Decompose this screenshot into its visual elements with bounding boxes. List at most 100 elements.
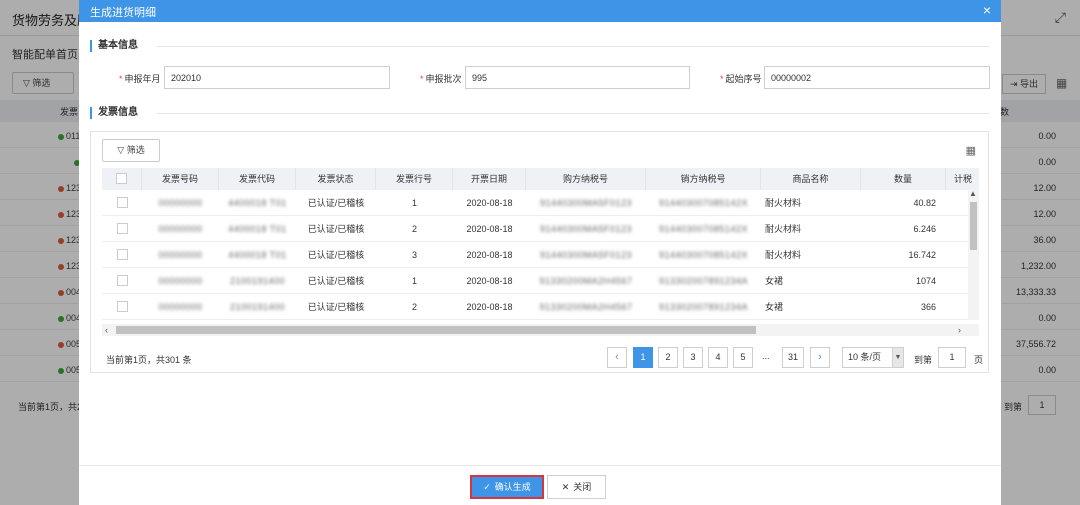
- cell-qty-value: 40.82: [913, 198, 936, 208]
- cell-number-value: 00000000: [158, 250, 203, 260]
- filter-button[interactable]: ▽ 筛选: [102, 139, 160, 162]
- column-header[interactable]: 数量: [861, 168, 946, 190]
- row-checkbox[interactable]: [116, 275, 128, 287]
- invoice-panel: ▽ 筛选 ▦ 发票号码 发票代码 发票状态 发票行号 开票日期 购方纳税号 销方纳税号 商品名…: [90, 131, 989, 373]
- page-button-last[interactable]: 31: [782, 347, 804, 368]
- chevron-down-icon: ▼: [892, 348, 903, 367]
- cell-seller-value: 913302007891234A: [658, 276, 749, 286]
- chevron-right-icon: ›: [818, 351, 822, 363]
- column-header[interactable]: 销方纳税号: [646, 168, 761, 190]
- cell-code-value: 2100191400: [229, 276, 286, 286]
- close-button[interactable]: ✕ 关闭: [547, 475, 606, 499]
- horizontal-scroll-thumb[interactable]: [116, 326, 756, 334]
- cell-buyer-value: 91440300MA5F0123: [539, 224, 633, 234]
- cell-line: 1: [376, 268, 453, 294]
- cell-number-value: 00000000: [158, 198, 203, 208]
- close-icon[interactable]: ×: [983, 2, 991, 18]
- prev-page-button[interactable]: ‹: [607, 347, 627, 368]
- cell-code: 4400018 T01: [219, 190, 296, 216]
- confirm-generate-button[interactable]: ✓ 确认生成: [470, 475, 544, 499]
- column-header[interactable]: 发票行号: [376, 168, 453, 190]
- pager-ellipsis: ...: [762, 351, 770, 361]
- cell-seller-value: 913302007891234A: [658, 302, 749, 312]
- row-checkbox-cell: [102, 190, 142, 216]
- table-row[interactable]: 00000000 2100191400 已认证/已稽核 2 2020-08-18 9133…: [102, 294, 979, 320]
- cell-product: 耐火材料: [761, 242, 861, 268]
- year-month-label-text: 申报年月: [124, 74, 161, 84]
- page-button[interactable]: 2: [658, 347, 678, 368]
- column-header[interactable]: 商品名称: [761, 168, 861, 190]
- row-checkbox[interactable]: [116, 223, 128, 235]
- invoice-table-header: 发票号码 发票代码 发票状态 发票行号 开票日期 购方纳税号 销方纳税号 商品名称 数量 计税: [102, 168, 979, 190]
- page-button[interactable]: 5: [733, 347, 753, 368]
- page-size-select[interactable]: 10 条/页 ▼: [842, 347, 904, 368]
- cell-code-value: 2100191400: [229, 302, 286, 312]
- page-button[interactable]: 3: [683, 347, 703, 368]
- filter-label: 筛选: [126, 145, 145, 155]
- section-title-invoice: 发票信息: [90, 107, 138, 119]
- pager-info: 当前第1页，共301 条: [106, 355, 192, 365]
- filter-icon: ▽: [117, 145, 127, 155]
- cell-code-value: 4400018 T01: [228, 198, 287, 208]
- chevron-left-icon: ‹: [615, 351, 619, 363]
- cell-buyer-value: 91330200MA2H4567: [539, 276, 633, 286]
- cell-product: 耐火材料: [761, 216, 861, 242]
- batch-field[interactable]: [465, 66, 690, 89]
- cell-qty: 40.82: [861, 190, 946, 216]
- next-page-button[interactable]: ›: [810, 347, 830, 368]
- cell-seller-value: 914403007085142X: [658, 224, 749, 234]
- vertical-scrollbar[interactable]: ▲: [968, 189, 979, 320]
- scroll-up-icon[interactable]: ▲: [969, 189, 977, 198]
- table-row[interactable]: 00000000 4400018 T01 已认证/已稽核 1 2020-08-18 914…: [102, 190, 979, 216]
- year-month-field[interactable]: [164, 66, 390, 89]
- cell-seller: 914403007085142X: [646, 190, 761, 216]
- cell-product-value: 耐火材料: [765, 250, 802, 260]
- table-row[interactable]: 00000000 4400018 T01 已认证/已稽核 3 2020-08-18 914…: [102, 242, 979, 268]
- section-divider: [157, 113, 989, 114]
- scroll-right-icon[interactable]: ›: [958, 324, 961, 336]
- cell-number: 00000000: [142, 268, 219, 294]
- column-settings-icon[interactable]: ▦: [966, 144, 976, 157]
- confirm-label: 确认生成: [494, 482, 531, 492]
- section-divider: [157, 46, 989, 47]
- column-header[interactable]: 购方纳税号: [526, 168, 646, 190]
- batch-label: * 申报批次: [420, 74, 462, 84]
- select-all-checkbox[interactable]: [116, 173, 127, 185]
- cell-date-value: 2020-08-18: [466, 198, 513, 208]
- goto-page-input[interactable]: 1: [938, 347, 966, 368]
- dialog-footer: ✓ 确认生成 ✕ 关闭: [79, 465, 1001, 505]
- column-header[interactable]: 发票号码: [142, 168, 219, 190]
- row-checkbox[interactable]: [116, 301, 128, 313]
- cell-date: 2020-08-18: [453, 190, 526, 216]
- cell-status: 已认证/已稽核: [296, 242, 376, 268]
- row-checkbox-cell: [102, 242, 142, 268]
- cell-seller: 914403007085142X: [646, 216, 761, 242]
- row-checkbox-cell: [102, 268, 142, 294]
- table-row[interactable]: 00000000 4400018 T01 已认证/已稽核 2 2020-08-18 914…: [102, 216, 979, 242]
- cell-code-value: 4400018 T01: [228, 250, 287, 260]
- cell-date-value: 2020-08-18: [466, 224, 513, 234]
- horizontal-scrollbar[interactable]: ‹ ›: [102, 324, 979, 336]
- column-header[interactable]: 发票代码: [219, 168, 296, 190]
- cell-status-value: 已认证/已稽核: [307, 198, 365, 208]
- cell-number-value: 00000000: [158, 276, 203, 286]
- cell-line-value: 2: [411, 302, 417, 312]
- close-icon: ✕: [561, 482, 570, 492]
- row-checkbox[interactable]: [116, 197, 128, 209]
- column-header[interactable]: 计税: [946, 168, 979, 190]
- table-row[interactable]: 00000000 2100191400 已认证/已稽核 1 2020-08-18 9133…: [102, 268, 979, 294]
- cell-line: 3: [376, 242, 453, 268]
- cell-status: 已认证/已稽核: [296, 268, 376, 294]
- scroll-left-icon[interactable]: ‹: [105, 324, 108, 336]
- cell-buyer-value: 91330200MA2H4567: [539, 302, 633, 312]
- vertical-scroll-thumb[interactable]: [970, 202, 977, 250]
- cell-product-value: 女裙: [765, 276, 784, 286]
- row-checkbox[interactable]: [116, 249, 128, 261]
- column-header[interactable]: 发票状态: [296, 168, 376, 190]
- column-header[interactable]: 开票日期: [453, 168, 526, 190]
- page-button[interactable]: 1: [633, 347, 653, 368]
- cell-qty-value: 6.246: [913, 224, 936, 234]
- start-seq-field[interactable]: [764, 66, 990, 89]
- cell-status: 已认证/已稽核: [296, 216, 376, 242]
- page-button[interactable]: 4: [708, 347, 728, 368]
